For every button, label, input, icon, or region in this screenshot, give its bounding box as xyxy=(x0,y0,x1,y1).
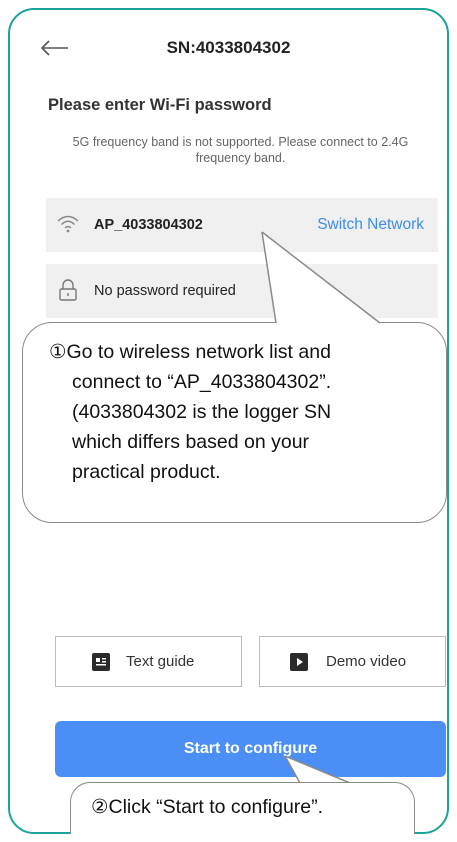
callout-line: which differs based on your xyxy=(72,431,310,453)
text-guide-button[interactable]: Text guide xyxy=(55,636,242,687)
no-password-text: No password required xyxy=(94,283,236,299)
click-start-callout: ②Click “Start to configure”. xyxy=(70,782,415,834)
network-ssid: AP_4033804302 xyxy=(94,217,203,233)
click-start-text: ②Click “Start to configure”. xyxy=(91,796,324,818)
callout-line: ①Go to wireless network list and xyxy=(49,341,331,363)
callout-line: connect to “AP_4033804302”. xyxy=(72,371,332,393)
section-title: Please enter Wi-Fi password xyxy=(48,96,272,114)
instruction-callout: ①Go to wireless network list and connect… xyxy=(22,322,447,523)
page-title: SN:4033804302 xyxy=(166,38,291,57)
frequency-note: 5G frequency band is not supported. Plea… xyxy=(72,135,409,165)
start-configure-button[interactable]: Start to configure xyxy=(55,721,446,777)
document-icon xyxy=(92,653,110,671)
lock-icon xyxy=(59,279,77,301)
callout-line: (4033804302 is the logger SN xyxy=(72,401,332,423)
network-row: AP_4033804302 Switch Network xyxy=(46,198,438,252)
password-row: No password required xyxy=(46,264,438,318)
header: SN:4033804302 xyxy=(10,32,447,64)
demo-video-button[interactable]: Demo video xyxy=(259,636,446,687)
switch-network-link[interactable]: Switch Network xyxy=(317,216,424,234)
demo-video-label: Demo video xyxy=(326,653,407,670)
wifi-icon xyxy=(57,215,79,233)
text-guide-label: Text guide xyxy=(126,653,195,670)
play-icon xyxy=(290,653,308,671)
callout-line: practical product. xyxy=(72,461,221,483)
